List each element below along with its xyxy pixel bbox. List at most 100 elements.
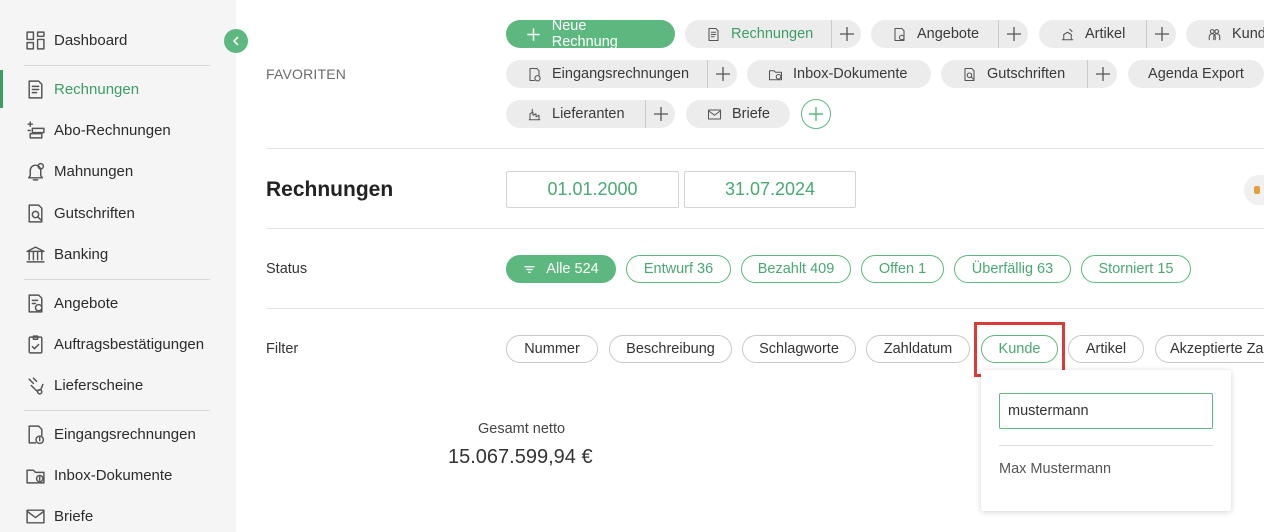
sidebar-item-briefe[interactable]: Briefe	[0, 497, 236, 532]
sidebar-item-inbox-dokumente[interactable]: Inbox-Dokumente	[0, 456, 236, 494]
sidebar-item-label: Briefe	[54, 507, 94, 525]
plus-icon	[1154, 27, 1169, 41]
sidebar-item-abo-rechnungen[interactable]: Abo-Rechnungen	[0, 111, 236, 149]
filter-chip-beschreibung[interactable]: Beschreibung	[609, 335, 732, 363]
new-invoice-button[interactable]: Neue Rechnung	[506, 20, 675, 48]
status-chip-storniert[interactable]: Storniert 15	[1081, 255, 1191, 283]
filter-label: Filter	[266, 341, 299, 357]
sidebar-item-label: Eingangsrechnungen	[54, 425, 196, 443]
order-confirmation-icon	[24, 333, 46, 355]
sidebar-item-banking[interactable]: Banking	[0, 235, 236, 273]
plus-icon	[1006, 27, 1021, 41]
letter-icon	[24, 505, 46, 527]
favorite-agenda-export[interactable]: Agenda Export	[1128, 60, 1264, 88]
plus-icon	[839, 27, 854, 41]
sidebar-item-mahnungen[interactable]: Mahnungen	[0, 152, 236, 190]
inbox-icon	[24, 464, 46, 486]
invoice-icon	[705, 26, 721, 42]
favorite-label: Rechnungen	[731, 26, 814, 42]
inbox-icon	[767, 66, 783, 82]
plus-icon	[715, 67, 730, 81]
dashboard-icon	[24, 29, 46, 51]
sidebar-item-auftragsbestaetigungen[interactable]: Auftragsbestätigungen	[0, 325, 236, 363]
filter-chip-zahlungsarten[interactable]: Akzeptierte Zahlungsarten	[1155, 335, 1264, 363]
sidebar-item-label: Inbox-Dokumente	[54, 466, 173, 484]
toolbar-chip[interactable]	[1244, 175, 1264, 205]
filter-chip-schlagworte[interactable]: Schlagworte	[742, 335, 856, 363]
add-rechnungen-button[interactable]	[831, 20, 861, 48]
favorite-gutschriften[interactable]: Gutschriften	[941, 60, 1117, 88]
sidebar-divider	[24, 279, 210, 280]
sidebar-item-label: Abo-Rechnungen	[54, 121, 171, 139]
sidebar-item-label: Dashboard	[54, 31, 128, 49]
page-title: Rechnungen	[266, 178, 394, 201]
favorite-label: Kunden	[1232, 26, 1264, 42]
status-chip-bezahlt[interactable]: Bezahlt 409	[741, 255, 851, 283]
offer-icon	[891, 26, 907, 42]
sidebar-item-angebote[interactable]: Angebote	[0, 284, 236, 322]
incoming-invoice-icon	[526, 66, 542, 82]
plus-icon	[526, 26, 542, 42]
add-angebote-button[interactable]	[998, 20, 1028, 48]
sidebar-item-label: Lieferscheine	[54, 376, 144, 394]
status-chip-alle[interactable]: Alle 524	[506, 255, 616, 283]
sidebar-divider	[24, 410, 210, 411]
favorite-inbox-dokumente[interactable]: Inbox-Dokumente	[747, 60, 931, 88]
sidebar-item-gutschriften[interactable]: Gutschriften	[0, 194, 236, 232]
sidebar-item-label: Rechnungen	[54, 80, 140, 98]
article-icon	[1059, 26, 1075, 42]
favorite-briefe[interactable]: Briefe	[686, 100, 790, 128]
sidebar-item-eingangsrechnungen[interactable]: Eingangsrechnungen	[0, 415, 236, 453]
status-chip-offen[interactable]: Offen 1	[861, 255, 944, 283]
sidebar-item-label: Gutschriften	[54, 204, 135, 222]
filter-chip-zahldatum[interactable]: Zahldatum	[866, 335, 970, 363]
delivery-note-icon	[24, 374, 46, 396]
total-net-value: 15.067.599,94 €	[448, 446, 593, 468]
favorites-label: FAVORITEN	[266, 66, 347, 82]
plus-icon	[1095, 67, 1110, 81]
favorite-label: Briefe	[732, 106, 770, 122]
favorite-lieferanten[interactable]: Lieferanten	[506, 100, 675, 128]
sidebar-item-label: Angebote	[54, 294, 119, 312]
offer-icon	[24, 292, 46, 314]
section-divider	[266, 228, 1264, 229]
credit-note-icon	[961, 66, 977, 82]
add-lieferanten-button[interactable]	[645, 100, 675, 128]
plus-icon	[653, 107, 668, 121]
customer-search-input[interactable]	[999, 393, 1213, 429]
sidebar-item-lieferscheine[interactable]: Lieferscheine	[0, 366, 236, 404]
date-to-field[interactable]: 31.07.2024	[684, 171, 856, 208]
status-chip-ueberfaellig[interactable]: Überfällig 63	[954, 255, 1071, 283]
favorite-label: Angebote	[917, 26, 980, 42]
sidebar-collapse-button[interactable]	[224, 29, 248, 53]
credit-note-icon	[24, 202, 46, 224]
customer-dropdown: Max Mustermann	[981, 370, 1231, 511]
add-favorite-button[interactable]	[801, 99, 831, 129]
sidebar-item-dashboard[interactable]: Dashboard	[0, 21, 236, 59]
dropdown-divider	[999, 445, 1213, 446]
invoice-icon	[24, 78, 46, 100]
add-eingangsrechnungen-button[interactable]	[707, 60, 737, 88]
sidebar-item-rechnungen[interactable]: Rechnungen	[0, 70, 236, 108]
sidebar: Dashboard Rechnungen Abo-Rechnungen Mahn…	[0, 0, 236, 532]
filter-icon	[523, 263, 536, 276]
filter-chip-nummer[interactable]: Nummer	[506, 335, 598, 363]
add-gutschriften-button[interactable]	[1087, 60, 1117, 88]
sidebar-divider	[24, 65, 210, 66]
favorite-kunden[interactable]: Kunden	[1186, 20, 1264, 48]
add-artikel-button[interactable]	[1146, 20, 1176, 48]
status-chip-entwurf[interactable]: Entwurf 36	[626, 255, 731, 283]
chevron-left-icon	[232, 36, 239, 46]
favorite-artikel[interactable]: Artikel	[1039, 20, 1176, 48]
date-from-field[interactable]: 01.01.2000	[506, 171, 679, 208]
favorite-eingangsrechnungen[interactable]: Eingangsrechnungen	[506, 60, 737, 88]
section-divider	[266, 148, 1264, 149]
customer-option[interactable]: Max Mustermann	[999, 461, 1111, 477]
highlight-annotation	[974, 322, 1065, 377]
favorite-label: Eingangsrechnungen	[552, 66, 690, 82]
customers-icon	[1206, 26, 1222, 42]
letter-icon	[706, 106, 722, 122]
favorite-angebote[interactable]: Angebote	[871, 20, 1028, 48]
filter-chip-artikel[interactable]: Artikel	[1068, 335, 1144, 363]
favorite-rechnungen[interactable]: Rechnungen	[685, 20, 861, 48]
